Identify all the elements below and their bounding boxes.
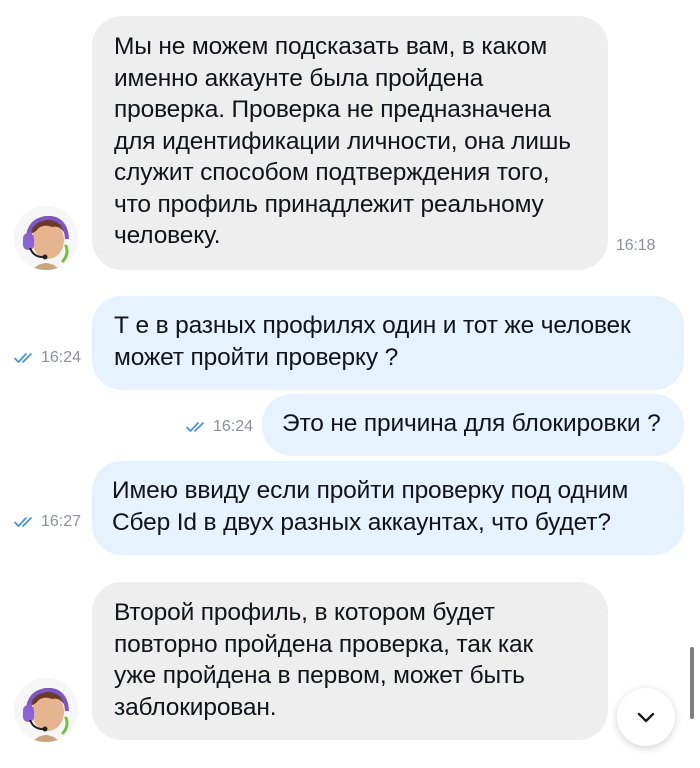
- double-check-icon: [14, 517, 32, 527]
- message-text: Т е в разных профилях один и тот же чело…: [114, 312, 631, 371]
- message-meta: 16:24: [186, 418, 253, 436]
- message-time: 16:24: [41, 349, 82, 366]
- message-meta: 16:24: [14, 349, 81, 367]
- message-bubble-outgoing[interactable]: Имею ввиду если пройти проверку под одни…: [92, 461, 684, 555]
- message-time: 16:24: [213, 418, 254, 435]
- support-agent-icon: [14, 206, 78, 270]
- support-agent-icon: [14, 678, 78, 742]
- message-bubble-outgoing[interactable]: Т е в разных профилях один и тот же чело…: [92, 296, 684, 390]
- message-text: Мы не можем подсказать вам, в каком имен…: [114, 33, 571, 249]
- support-avatar: [14, 678, 78, 742]
- support-avatar: [14, 206, 78, 270]
- message-text: Это не причина для блокировки ?: [282, 410, 661, 437]
- message-text: Второй профиль, в котором будет повторно…: [114, 599, 534, 721]
- message-time: 16:27: [41, 513, 82, 530]
- chevron-down-icon: [637, 712, 655, 723]
- chat-message-list[interactable]: Мы не можем подсказать вам, в каком имен…: [0, 0, 700, 768]
- double-check-icon: [186, 422, 204, 432]
- scrollbar[interactable]: [690, 647, 694, 719]
- scroll-to-bottom-button[interactable]: [617, 688, 675, 746]
- message-bubble-incoming[interactable]: Мы не можем подсказать вам, в каком имен…: [92, 16, 655, 270]
- message-bubble-outgoing[interactable]: Это не причина для блокировки ?: [262, 394, 684, 456]
- double-check-icon: [14, 353, 32, 363]
- message-bubble-incoming[interactable]: Второй профиль, в котором будет повторно…: [92, 582, 608, 740]
- message-time: 16:18: [616, 237, 656, 254]
- message-meta: 16:27: [14, 513, 81, 531]
- message-text: Имею ввиду если пройти проверку под одни…: [112, 477, 629, 536]
